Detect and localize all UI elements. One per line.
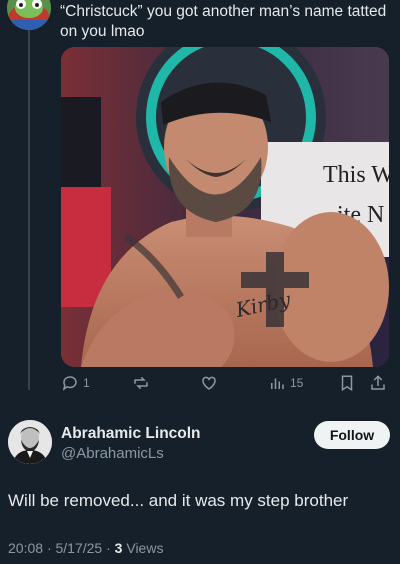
like-button[interactable]	[199, 374, 223, 392]
post-views-count: 3	[114, 540, 123, 556]
reply-count: 1	[83, 376, 90, 390]
views-count: 15	[290, 376, 304, 390]
bookmark-icon	[341, 375, 353, 392]
sign-text-1: This W	[323, 162, 389, 188]
author-handle[interactable]: @AbrahamicLs	[61, 445, 164, 462]
reply-button[interactable]: 1	[61, 374, 90, 392]
post-author: Abrahamic Lincoln @AbrahamicLs Follow	[0, 412, 400, 472]
post-metadata: 20:08 · 5/17/25 · 3 Views	[8, 540, 163, 556]
thread-connector	[28, 30, 30, 390]
share-button[interactable]	[369, 374, 387, 392]
repost-icon	[134, 377, 148, 389]
analytics-icon	[271, 378, 284, 389]
post-actions-bar: 1 15	[61, 372, 389, 396]
heart-icon	[202, 376, 216, 390]
meta-separator: ·	[106, 540, 111, 556]
reply-icon	[62, 376, 77, 391]
lincoln-avatar-icon	[8, 420, 52, 464]
share-icon	[371, 375, 385, 390]
photo-illustration: This W ite N Kirby	[61, 47, 389, 367]
reply-text: “Christcuck” you got another man’s name …	[60, 3, 387, 40]
post-date[interactable]: 5/17/25	[56, 540, 103, 556]
bookmark-button[interactable]	[338, 374, 356, 392]
post-text: Will be removed... and it was my step br…	[8, 491, 349, 510]
reply-avatar[interactable]	[7, 0, 51, 30]
post-views-label: Views	[126, 540, 164, 556]
views-button[interactable]: 15	[268, 374, 303, 392]
frog-avatar-icon	[7, 0, 51, 30]
post-time[interactable]: 20:08	[8, 540, 43, 556]
repost-button[interactable]	[131, 374, 151, 392]
meta-separator: ·	[46, 540, 52, 556]
author-name[interactable]: Abrahamic Lincoln	[61, 425, 201, 443]
post-image[interactable]: This W ite N Kirby	[61, 47, 389, 367]
follow-button[interactable]: Follow	[314, 421, 390, 449]
author-avatar[interactable]	[8, 420, 52, 464]
